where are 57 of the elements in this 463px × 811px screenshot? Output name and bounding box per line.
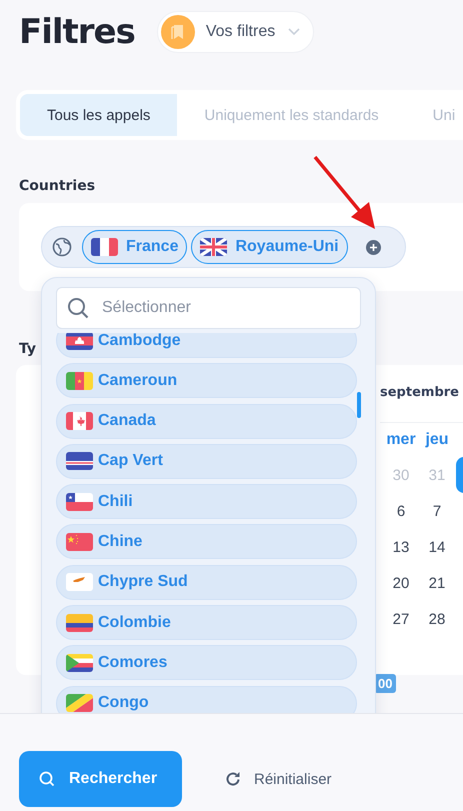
calendar-day[interactable]: 27 <box>383 610 419 628</box>
calendar-day[interactable]: 14 <box>419 538 455 556</box>
calendar-day[interactable]: 30 <box>383 466 419 484</box>
country-chip[interactable]: France <box>82 230 188 264</box>
flag-icon <box>66 573 93 592</box>
calendar-day[interactable]: 20 <box>383 574 419 592</box>
country-option[interactable]: Chili <box>56 484 357 520</box>
section-label: Countries <box>19 178 96 194</box>
section-label: Ty <box>19 341 36 357</box>
calendar-day[interactable]: 28 <box>419 610 455 628</box>
calendar-day[interactable]: 6 <box>383 502 419 520</box>
flag-icon <box>91 238 118 256</box>
flag-icon <box>66 333 93 350</box>
flag-icon <box>66 412 93 430</box>
refresh-icon <box>224 770 242 788</box>
calendar-day[interactable]: 31 <box>419 466 455 484</box>
flag-icon <box>66 694 93 712</box>
tab[interactable]: Uniquement les standards <box>177 94 406 136</box>
country-option[interactable]: Comores <box>56 645 357 680</box>
add-icon[interactable] <box>366 240 381 254</box>
flag-icon <box>66 532 93 551</box>
calendar-day[interactable]: 7 <box>419 502 455 520</box>
chevron-down-icon <box>288 28 300 36</box>
country-chip[interactable]: Royaume-Uni <box>191 230 348 264</box>
flag-icon <box>66 654 93 672</box>
flag-icon <box>200 238 228 256</box>
country-option[interactable]: Cambodge <box>56 333 357 358</box>
reset-button[interactable]: Réinitialiser <box>220 751 336 807</box>
search-button[interactable]: Rechercher <box>19 751 182 807</box>
tab[interactable]: Tous les appels <box>20 94 178 136</box>
tab[interactable]: Uni <box>406 94 463 136</box>
calendar-day[interactable]: 21 <box>419 574 455 592</box>
country-option[interactable]: Cap Vert <box>56 444 357 479</box>
calendar-day[interactable]: 13 <box>383 538 419 556</box>
flag-icon <box>66 614 93 632</box>
country-option[interactable]: Colombie <box>56 605 357 640</box>
calendar-month: septembre <box>380 365 463 423</box>
saved-filters-dropdown[interactable]: Vos filtres <box>156 11 314 53</box>
bookmark-icon <box>160 15 195 49</box>
country-option[interactable]: Chine <box>56 524 357 560</box>
flag-icon <box>66 452 93 470</box>
weekday-label: mer <box>386 431 416 449</box>
globe-icon <box>52 237 72 257</box>
country-selector[interactable]: France Royaume-Uni <box>41 226 406 268</box>
weekday-label: jeu <box>425 431 449 449</box>
search-field[interactable]: Sélectionner <box>56 287 361 329</box>
country-option[interactable]: Cameroun <box>56 363 357 398</box>
scrollbar[interactable] <box>357 392 361 418</box>
time-badge: 00 <box>374 674 396 693</box>
search-icon <box>39 771 55 787</box>
search-icon <box>67 297 89 319</box>
country-option[interactable]: Canada <box>56 404 357 439</box>
flag-icon <box>66 372 93 390</box>
flag-icon <box>66 492 93 511</box>
page-title: Filtres <box>19 12 135 52</box>
country-option[interactable]: Congo <box>56 686 357 713</box>
country-option[interactable]: Chypre Sud <box>56 564 357 600</box>
